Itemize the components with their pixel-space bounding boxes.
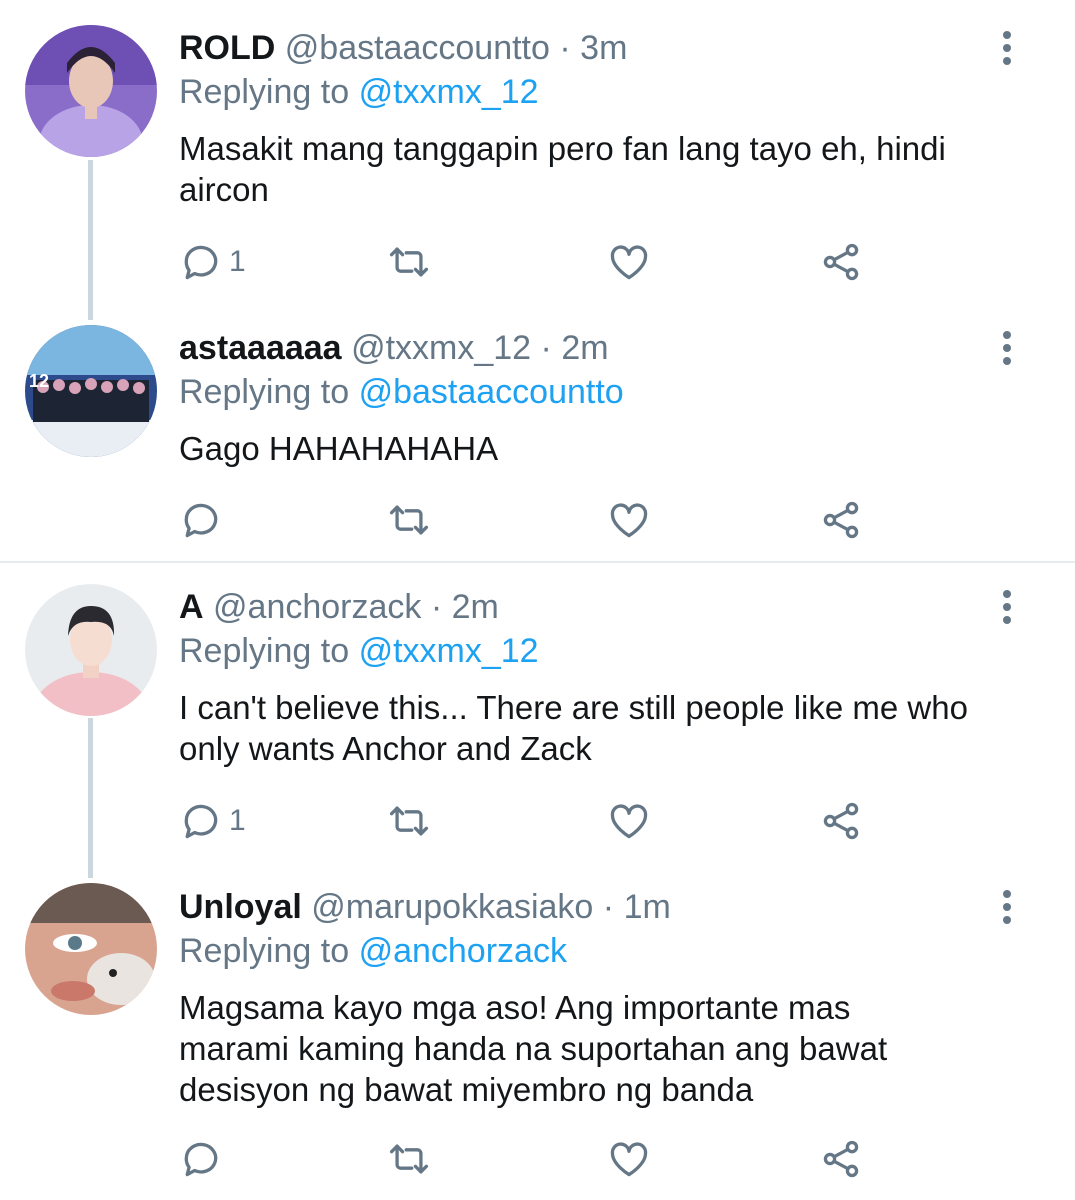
more-options-icon[interactable]	[990, 26, 1024, 70]
mention-link[interactable]: @txxmx_12	[359, 632, 539, 670]
reply-icon	[184, 1142, 218, 1177]
separator-dot: ·	[430, 588, 443, 626]
more-options-icon[interactable]	[990, 326, 1024, 370]
share-icon	[823, 802, 859, 840]
tweet-text: Gago HAHAHAHAHA	[179, 430, 499, 467]
display-name[interactable]: Unloyal	[179, 888, 302, 926]
display-name[interactable]: ROLD	[179, 29, 275, 67]
user-handle[interactable]: @anchorzack	[213, 588, 421, 626]
retweet-icon	[389, 1144, 429, 1174]
reply-icon	[184, 503, 218, 538]
reply-button[interactable]: 1	[179, 799, 246, 843]
timestamp[interactable]: 2m	[561, 329, 608, 367]
replying-to-label: Replying to	[179, 73, 350, 111]
avatar[interactable]	[25, 584, 157, 716]
mention-link[interactable]: @txxmx_12	[359, 73, 539, 111]
share-button[interactable]	[819, 498, 863, 542]
timestamp[interactable]: 3m	[580, 29, 627, 67]
user-handle[interactable]: @txxmx_12	[351, 329, 531, 367]
avatar[interactable]	[25, 25, 157, 157]
share-button[interactable]	[819, 799, 863, 843]
replying-to-label: Replying to	[179, 632, 350, 670]
like-icon	[610, 503, 648, 538]
separator-dot: ·	[559, 29, 571, 67]
retweet-button[interactable]	[387, 1137, 431, 1181]
action-bar: 1	[179, 799, 899, 843]
like-icon	[610, 1142, 648, 1177]
replying-to: Replying to @anchorzack	[179, 931, 567, 971]
retweet-icon	[389, 247, 429, 277]
mention-link[interactable]: @anchorzack	[359, 932, 567, 970]
more-options-icon[interactable]	[990, 585, 1024, 629]
tweet-header: A @anchorzack · 2m	[179, 587, 499, 627]
tweet[interactable]: Unloyal @marupokkasiako · 1m Replying to…	[0, 863, 1075, 1200]
timestamp[interactable]: 2m	[452, 588, 499, 626]
like-button[interactable]	[607, 498, 651, 542]
like-button[interactable]	[607, 1137, 651, 1181]
tweet-header: ROLD @bastaaccountto · 3m	[179, 28, 627, 68]
tweet-text: Magsama kayo mga aso! Ang importante mas…	[179, 989, 888, 1108]
like-icon	[610, 245, 648, 280]
svg-text:12: 12	[29, 371, 49, 391]
user-handle[interactable]: @bastaaccountto	[285, 29, 550, 67]
display-name[interactable]: A	[179, 588, 204, 626]
reply-count: 1	[229, 245, 246, 278]
avatar[interactable]	[25, 883, 157, 1015]
retweet-button[interactable]	[387, 799, 431, 843]
display-name[interactable]: astaaaaaa	[179, 329, 342, 367]
share-button[interactable]	[819, 1137, 863, 1181]
replying-to: Replying to @txxmx_12	[179, 631, 539, 671]
replying-to: Replying to @txxmx_12	[179, 72, 539, 112]
user-handle[interactable]: @marupokkasiako	[311, 888, 593, 926]
action-bar	[179, 1137, 899, 1181]
reply-button[interactable]: 1	[179, 240, 246, 284]
replying-to-label: Replying to	[179, 373, 350, 411]
reply-button[interactable]	[179, 1137, 229, 1181]
tweet[interactable]: 12 astaaaaaa @txxmx_12 · 2m Replying to …	[0, 300, 1075, 561]
separator-dot: ·	[540, 329, 552, 367]
avatar[interactable]: 12	[25, 325, 157, 457]
retweet-icon	[389, 505, 429, 535]
tweet-text: I can't believe this... There are still …	[179, 689, 968, 767]
retweet-icon	[389, 806, 429, 836]
more-options-icon[interactable]	[990, 885, 1024, 929]
reply-icon	[184, 245, 218, 280]
action-bar: 1	[179, 240, 899, 284]
share-icon	[823, 243, 859, 281]
share-button[interactable]	[819, 240, 863, 284]
reply-icon	[184, 804, 218, 839]
like-button[interactable]	[607, 799, 651, 843]
replying-to: Replying to @bastaaccountto	[179, 372, 624, 412]
reply-button[interactable]	[179, 498, 229, 542]
like-icon	[610, 804, 648, 839]
tweet-header: Unloyal @marupokkasiako · 1m	[179, 887, 671, 927]
replying-to-label: Replying to	[179, 932, 350, 970]
action-bar	[179, 498, 899, 542]
like-button[interactable]	[607, 240, 651, 284]
retweet-button[interactable]	[387, 498, 431, 542]
tweet[interactable]: A @anchorzack · 2m Replying to @txxmx_12…	[0, 563, 1075, 863]
tweet[interactable]: ROLD @bastaaccountto · 3m Replying to @t…	[0, 0, 1075, 300]
share-icon	[823, 1140, 859, 1178]
share-icon	[823, 501, 859, 539]
mention-link[interactable]: @bastaaccountto	[359, 373, 624, 411]
separator-dot: ·	[602, 888, 615, 926]
tweet-text: Masakit mang tanggapin pero fan lang tay…	[179, 130, 946, 208]
tweet-header: astaaaaaa @txxmx_12 · 2m	[179, 328, 609, 368]
reply-count: 1	[229, 804, 246, 837]
timestamp[interactable]: 1m	[624, 888, 671, 926]
retweet-button[interactable]	[387, 240, 431, 284]
